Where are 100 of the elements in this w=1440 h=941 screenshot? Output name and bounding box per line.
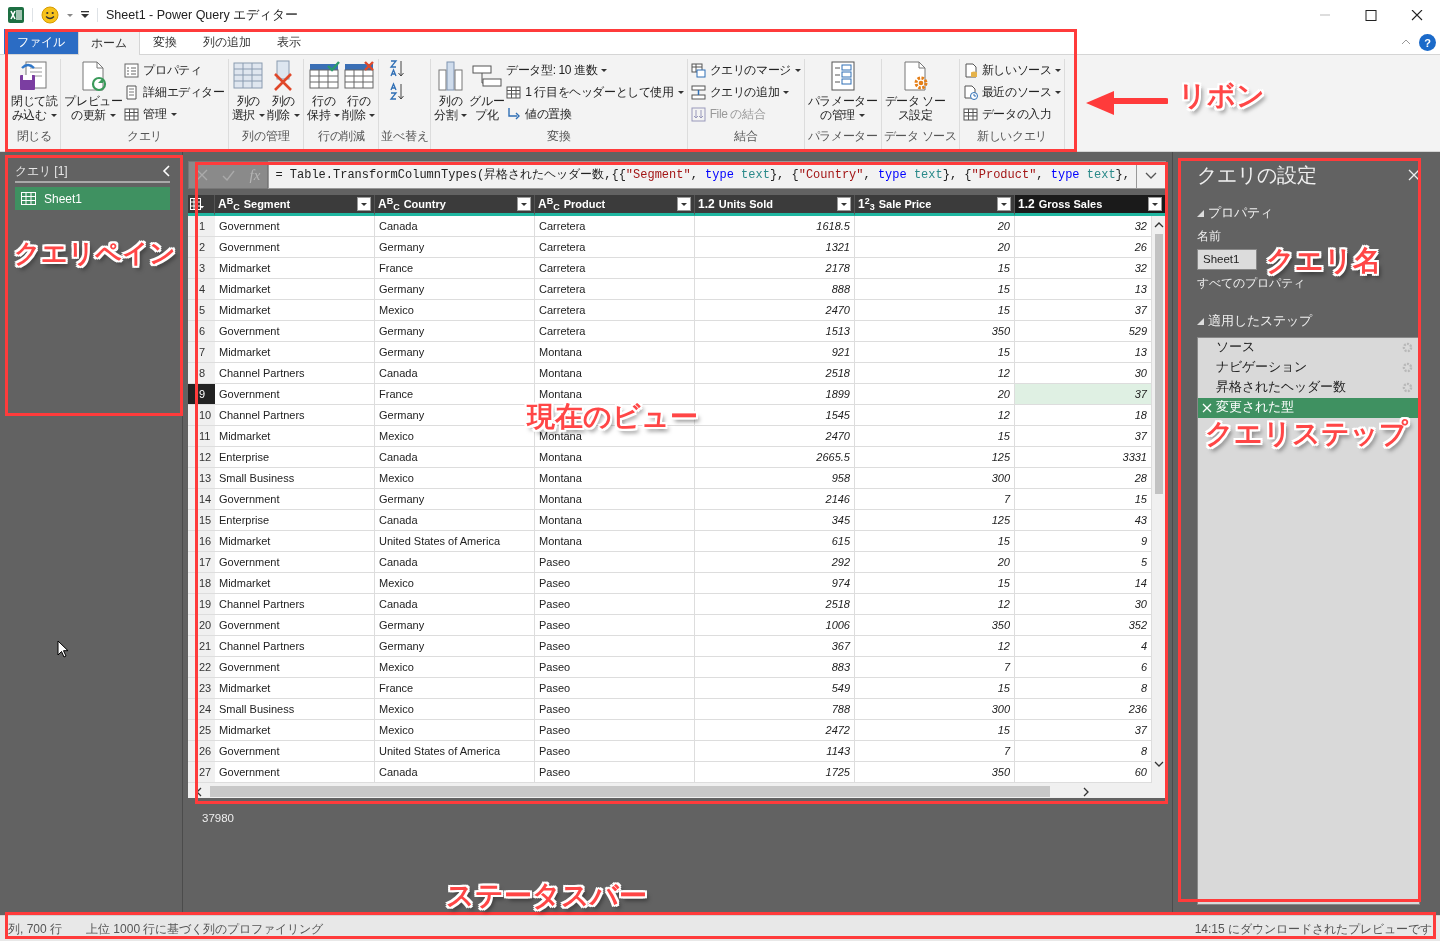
type-label[interactable]: 1.2: [698, 195, 715, 213]
filter-button[interactable]: [357, 197, 371, 211]
row-number[interactable]: 2: [188, 237, 215, 258]
row-number[interactable]: 8: [188, 363, 215, 384]
ribbon-button[interactable]: グルー プ化: [468, 59, 506, 124]
step-item[interactable]: 変更された型: [1198, 397, 1419, 418]
row-number[interactable]: 9: [188, 384, 215, 405]
ribbon-button[interactable]: クエリの追加: [689, 81, 802, 103]
formula-field[interactable]: = Table.TransformColumnTypes(昇格されたヘッダー数,{{"Segment", type text}, {"Country", type text}, {"Product", type text},: [268, 161, 1137, 189]
column-header[interactable]: 1.2 Units Sold: [695, 195, 855, 216]
row-number[interactable]: 4: [188, 279, 215, 300]
table-icon: [21, 192, 36, 205]
ribbon-button[interactable]: 行の 削除: [341, 59, 377, 124]
ribbon-button[interactable]: データの入力: [961, 103, 1063, 125]
scroll-left-icon[interactable]: [196, 786, 202, 797]
table-cell: Montana: [535, 468, 695, 489]
collapse-icon[interactable]: [162, 165, 170, 177]
help-button[interactable]: ?: [1419, 33, 1436, 51]
row-number[interactable]: 20: [188, 615, 215, 636]
column-header[interactable]: 1$^{2}$$_{3}$ Sale Price: [855, 195, 1015, 216]
ribbon-tab[interactable]: 列の追加: [190, 29, 264, 54]
filter-button[interactable]: [517, 197, 531, 211]
row-number[interactable]: 18: [188, 573, 215, 594]
ribbon-button[interactable]: クエリのマージ: [689, 59, 802, 81]
filter-button[interactable]: [837, 197, 851, 211]
ribbon-button[interactable]: 最近のソース: [961, 81, 1063, 103]
column-header[interactable]: 1.2 Gross Sales: [1015, 195, 1166, 216]
row-number[interactable]: 21: [188, 636, 215, 657]
close-button[interactable]: [1411, 9, 1423, 21]
customize-menu-icon[interactable]: [81, 11, 89, 19]
filter-button[interactable]: [677, 197, 691, 211]
column-name: Product: [563, 196, 606, 212]
row-number[interactable]: 25: [188, 720, 215, 741]
column-header[interactable]: A$^{B}$$_{C}$ Segment: [215, 195, 375, 216]
row-number[interactable]: 13: [188, 468, 215, 489]
step-item[interactable]: ソース: [1198, 337, 1419, 358]
row-number[interactable]: 16: [188, 531, 215, 552]
ribbon-button[interactable]: 1 行目をヘッダーとして使用: [505, 81, 685, 103]
row-number[interactable]: 6: [188, 321, 215, 342]
column-header[interactable]: A$^{B}$$_{C}$ Product: [535, 195, 695, 216]
row-number[interactable]: 14: [188, 489, 215, 510]
column-name: Units Sold: [718, 196, 774, 212]
table-cell: Mexico: [375, 573, 535, 594]
filter-button[interactable]: [997, 197, 1011, 211]
status-text: 列, 700 行: [8, 920, 63, 938]
ribbon-button[interactable]: 列の 削除: [265, 59, 302, 124]
caret-icon: [783, 90, 790, 94]
collapse-triangle-icon[interactable]: [1197, 317, 1204, 325]
step-item[interactable]: 昇格されたヘッダー数: [1198, 377, 1419, 398]
smiley-icon[interactable]: [41, 6, 59, 24]
ribbon-button[interactable]: 値の置換: [505, 103, 685, 125]
ribbon-button[interactable]: 新しいソース: [961, 59, 1063, 81]
ribbon-tab[interactable]: 表示: [264, 29, 314, 54]
horizontal-scrollbar[interactable]: [188, 783, 1166, 798]
ribbon-button[interactable]: 列の 分割: [433, 59, 469, 124]
row-number[interactable]: 11: [188, 426, 215, 447]
ribbon-button[interactable]: 閉じて読 み込む: [10, 59, 59, 124]
row-number[interactable]: 5: [188, 300, 215, 321]
query-item[interactable]: Sheet1: [15, 187, 170, 210]
ribbon-button[interactable]: 詳細エディター: [123, 81, 226, 103]
scroll-up-icon[interactable]: [1154, 222, 1164, 228]
ribbon-button[interactable]: パラメーター の管理: [806, 59, 879, 124]
scroll-right-icon[interactable]: [1083, 786, 1089, 797]
row-number[interactable]: 1: [188, 216, 215, 237]
row-number[interactable]: 22: [188, 657, 215, 678]
column-header[interactable]: A$^{B}$$_{C}$ Country: [375, 195, 535, 216]
caret-icon[interactable]: [67, 13, 73, 17]
collapse-ribbon-icon[interactable]: [1401, 39, 1411, 45]
check-icon[interactable]: [222, 169, 236, 181]
row-number[interactable]: 17: [188, 552, 215, 573]
row-number[interactable]: 3: [188, 258, 215, 279]
ribbon-button[interactable]: 管理: [123, 103, 226, 125]
vertical-scrollbar[interactable]: [1152, 216, 1166, 783]
collapse-triangle-icon[interactable]: [1197, 209, 1204, 217]
maximize-button[interactable]: [1365, 9, 1377, 21]
filter-button[interactable]: [1148, 197, 1162, 211]
row-number[interactable]: 19: [188, 594, 215, 615]
ribbon-button[interactable]: データ型: 10 進数: [505, 59, 685, 81]
name-field[interactable]: Sheet1: [1197, 248, 1257, 270]
scroll-down-icon[interactable]: [1154, 761, 1164, 767]
expand-icon[interactable]: [1145, 171, 1157, 179]
ribbon-button[interactable]: 行の 保持: [306, 59, 342, 124]
ribbon-button[interactable]: プレビュー の更新: [63, 59, 124, 124]
row-number[interactable]: 23: [188, 678, 215, 699]
row-number[interactable]: 7: [188, 342, 215, 363]
scrollbar-thumb[interactable]: [210, 786, 1050, 797]
ribbon-button[interactable]: データ ソー ス設定: [883, 59, 947, 124]
row-number[interactable]: 27: [188, 762, 215, 783]
ribbon-button[interactable]: プロパティ: [123, 59, 226, 81]
step-item[interactable]: ナビゲーション: [1198, 357, 1419, 378]
row-number[interactable]: 26: [188, 741, 215, 762]
type-label[interactable]: 1.2: [1018, 195, 1035, 213]
row-number[interactable]: 24: [188, 699, 215, 720]
scrollbar-thumb[interactable]: [1155, 234, 1163, 494]
row-number[interactable]: 15: [188, 510, 215, 531]
row-number[interactable]: 12: [188, 447, 215, 468]
row-number[interactable]: 10: [188, 405, 215, 426]
table-menu-button[interactable]: [188, 195, 215, 216]
ribbon-button[interactable]: 列の 選択: [230, 59, 266, 124]
ribbon-tab[interactable]: 変換: [140, 29, 190, 54]
